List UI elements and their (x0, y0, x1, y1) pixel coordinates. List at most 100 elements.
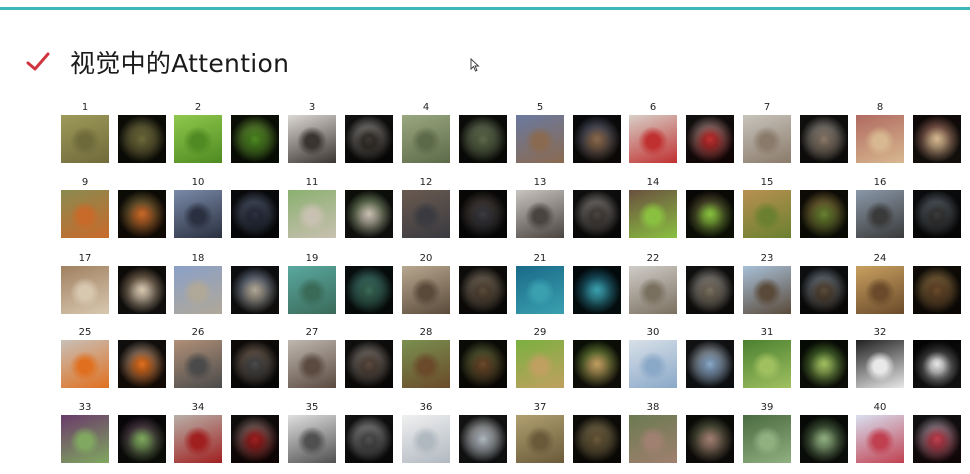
attention-map-image (573, 266, 621, 314)
attention-map-image (686, 415, 734, 463)
pair-number: 23 (760, 253, 774, 264)
pair-number: 12 (419, 177, 433, 188)
attention-map-image (913, 340, 961, 388)
pair-number: 11 (305, 177, 319, 188)
attention-map-image (686, 115, 734, 163)
pair-number: 7 (763, 102, 771, 113)
attention-mask (345, 190, 393, 238)
attention-pair: 14 (629, 177, 742, 249)
pair-number: 9 (81, 177, 89, 188)
attention-mask (800, 340, 848, 388)
attention-pair: 17 (61, 253, 174, 325)
attention-mask (573, 266, 621, 314)
original-image (629, 190, 677, 238)
original-image (288, 190, 336, 238)
attention-pair: 7 (743, 102, 856, 174)
attention-pair: 26 (174, 327, 287, 399)
attention-mask (800, 415, 848, 463)
attention-map-image (573, 415, 621, 463)
original-image (61, 190, 109, 238)
attention-map-image (118, 415, 166, 463)
pair-number: 38 (646, 402, 660, 413)
attention-mask (345, 340, 393, 388)
original-image (743, 340, 791, 388)
attention-map-image (573, 115, 621, 163)
original-image (288, 340, 336, 388)
pair-number: 26 (191, 327, 205, 338)
attention-map-image (913, 190, 961, 238)
attention-mask (913, 190, 961, 238)
pair-number: 17 (78, 253, 92, 264)
attention-pair: 31 (743, 327, 856, 399)
attention-map-image (686, 266, 734, 314)
pair-number: 10 (191, 177, 205, 188)
original-image (288, 415, 336, 463)
original-image (402, 340, 450, 388)
original-image (629, 415, 677, 463)
attention-pair: 28 (402, 327, 515, 399)
original-image (856, 266, 904, 314)
attention-map-image (345, 340, 393, 388)
attention-mask (345, 266, 393, 314)
attention-mask (459, 190, 507, 238)
pair-number: 14 (646, 177, 660, 188)
original-image (516, 115, 564, 163)
attention-mask (231, 415, 279, 463)
attention-map-image (345, 115, 393, 163)
slide-title: 视觉中的Attention (70, 49, 290, 78)
title-row: 视觉中的Attention (26, 44, 289, 80)
attention-mask (913, 115, 961, 163)
original-image (174, 340, 222, 388)
attention-pair: 10 (174, 177, 287, 249)
attention-map-image (231, 115, 279, 163)
attention-mask (118, 266, 166, 314)
original-image (856, 340, 904, 388)
attention-pair: 34 (174, 402, 287, 474)
pair-number: 31 (760, 327, 774, 338)
original-image (743, 266, 791, 314)
pair-number: 1 (81, 102, 89, 113)
attention-map-image (118, 266, 166, 314)
attention-map-image (231, 340, 279, 388)
attention-pair: 40 (856, 402, 969, 474)
attention-pair: 19 (288, 253, 401, 325)
attention-pair: 3 (288, 102, 401, 174)
attention-pair: 36 (402, 402, 515, 474)
pair-number: 30 (646, 327, 660, 338)
attention-map-image (913, 115, 961, 163)
attention-mask (231, 190, 279, 238)
attention-mask (118, 190, 166, 238)
attention-map-image (459, 266, 507, 314)
attention-map-image (459, 190, 507, 238)
pair-number: 32 (873, 327, 887, 338)
pair-number: 25 (78, 327, 92, 338)
original-image (402, 190, 450, 238)
mouse-cursor-icon (470, 58, 480, 72)
attention-mask (686, 115, 734, 163)
attention-pair: 24 (856, 253, 969, 325)
attention-map-image (118, 115, 166, 163)
pair-number: 20 (419, 253, 433, 264)
attention-mask (686, 190, 734, 238)
pair-number: 3 (308, 102, 316, 113)
pair-number: 29 (533, 327, 547, 338)
original-image (856, 190, 904, 238)
pair-number: 22 (646, 253, 660, 264)
attention-pair: 11 (288, 177, 401, 249)
attention-pair: 20 (402, 253, 515, 325)
attention-pair: 5 (516, 102, 629, 174)
original-image (174, 266, 222, 314)
attention-pair: 39 (743, 402, 856, 474)
original-image (61, 415, 109, 463)
attention-pair: 37 (516, 402, 629, 474)
attention-pair: 35 (288, 402, 401, 474)
original-image (629, 266, 677, 314)
attention-mask (231, 115, 279, 163)
attention-mask (459, 115, 507, 163)
attention-pair: 1 (61, 102, 174, 174)
attention-map-image (118, 190, 166, 238)
pair-number: 19 (305, 253, 319, 264)
original-image (61, 115, 109, 163)
attention-mask (459, 340, 507, 388)
attention-pair: 12 (402, 177, 515, 249)
